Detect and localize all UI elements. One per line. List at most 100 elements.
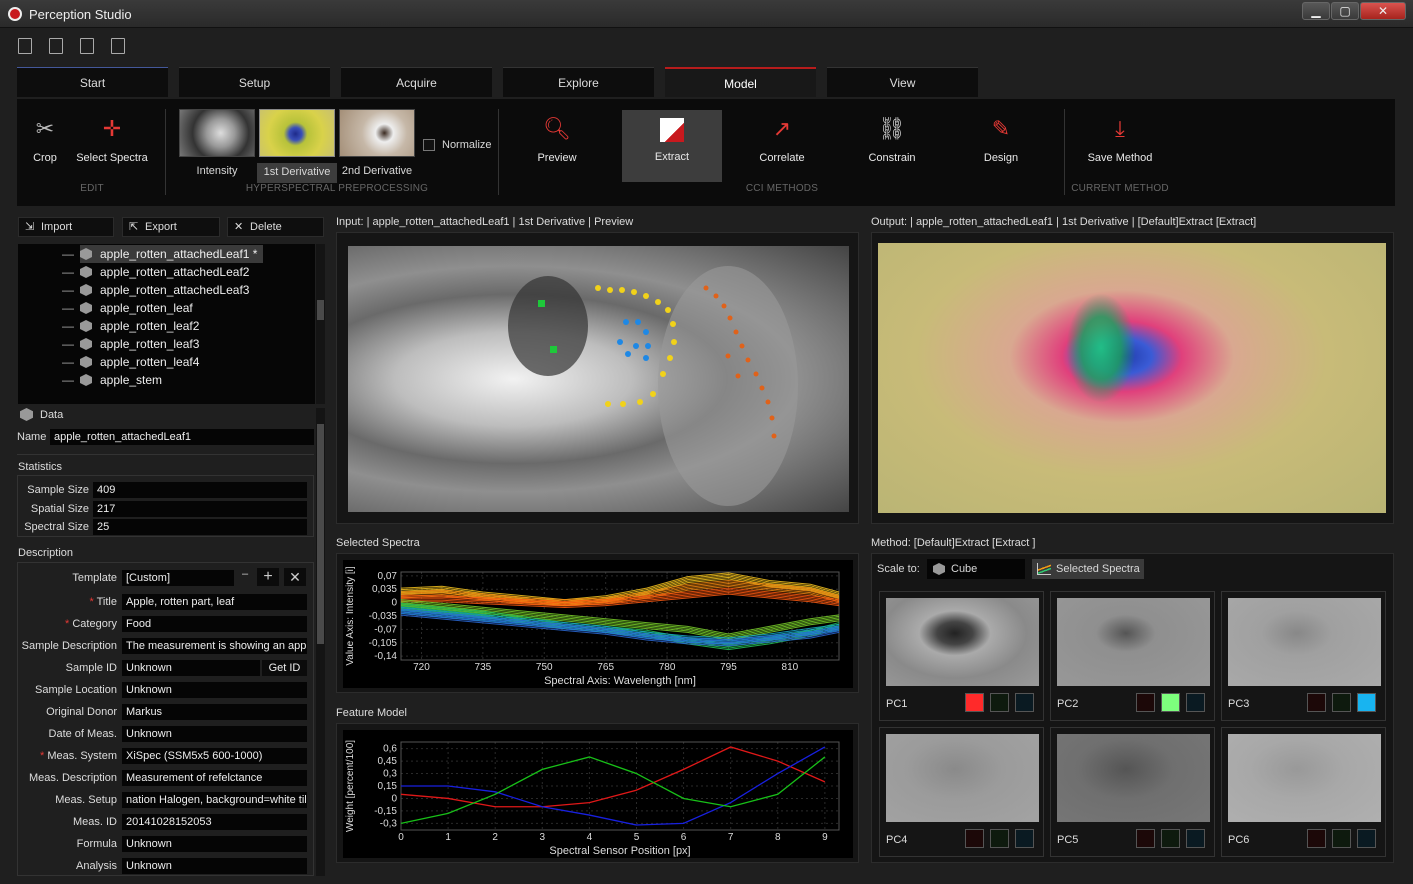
- pc3-green-swatch[interactable]: [1332, 693, 1351, 712]
- scale-cube-button[interactable]: Cube: [927, 559, 1025, 579]
- import-button[interactable]: ⇲ Import: [18, 217, 114, 237]
- name-field[interactable]: apple_rotten_attachedLeaf1: [50, 429, 314, 445]
- field-value[interactable]: The measurement is showing an apple: [122, 638, 307, 654]
- output-image[interactable]: [878, 243, 1386, 513]
- tree-item[interactable]: — apple_rotten_leaf: [62, 299, 193, 317]
- field-value[interactable]: Measurement of refelctance: [122, 770, 307, 786]
- pc3-red-swatch[interactable]: [1307, 693, 1326, 712]
- field-value[interactable]: Unknown: [122, 682, 307, 698]
- x-axis-label: Spectral Sensor Position [px]: [549, 845, 690, 857]
- correlate-button[interactable]: ↗ Correlate: [737, 107, 827, 181]
- field-value[interactable]: 20141028152053: [122, 814, 307, 830]
- first-derivative-thumbnail[interactable]: [259, 109, 335, 157]
- field-value[interactable]: Unknown: [122, 660, 260, 676]
- pc2-label: PC2: [1057, 698, 1079, 710]
- field-value[interactable]: Unknown: [122, 836, 307, 852]
- tree-item[interactable]: — apple_rotten_leaf3: [62, 335, 199, 353]
- field-value[interactable]: Apple, rotten part, leaf: [122, 594, 307, 610]
- pc5-green-swatch[interactable]: [1161, 829, 1180, 848]
- tab-view[interactable]: View: [827, 67, 978, 97]
- scrollbar-thumb[interactable]: [317, 300, 324, 320]
- tree-item[interactable]: — apple_rotten_leaf4: [62, 353, 199, 371]
- pc-tile[interactable]: PC5: [1050, 727, 1215, 857]
- open-file-icon[interactable]: [49, 38, 64, 54]
- green-highlight-region: [1066, 293, 1136, 403]
- add-template-button[interactable]: +: [257, 568, 279, 586]
- minimize-button[interactable]: ▁: [1302, 2, 1330, 20]
- intensity-thumbnail[interactable]: [179, 109, 255, 157]
- feature-model-chart[interactable]: 0,60,450,30,150-0,15-0,30 2 4 6 81 3 5 7 9Spectr…: [343, 730, 853, 858]
- y-tick-label: 0,15: [378, 781, 398, 792]
- tab-acquire[interactable]: Acquire: [341, 67, 492, 97]
- field-value[interactable]: Food: [122, 616, 307, 632]
- selected-spectra-chart[interactable]: 0,07 0,035 0 -0,035 -0,07 -0,105 -0,14 720 735 75…: [343, 560, 853, 688]
- field-value[interactable]: Markus: [122, 704, 307, 720]
- field-value[interactable]: Unknown: [122, 858, 307, 874]
- pc5-blue-swatch[interactable]: [1186, 829, 1205, 848]
- scrollbar-thumb[interactable]: [317, 424, 324, 644]
- preview-button[interactable]: 🔍︎ Preview: [512, 107, 602, 181]
- details-scrollbar[interactable]: [316, 408, 325, 876]
- clear-template-button[interactable]: ✕: [284, 568, 306, 586]
- pc6-green-swatch[interactable]: [1332, 829, 1351, 848]
- extract-button[interactable]: Extract: [622, 110, 722, 182]
- crosshair-icon: ✛: [102, 116, 122, 141]
- feature-model-title: Feature Model: [336, 707, 407, 719]
- pc5-red-swatch[interactable]: [1136, 829, 1155, 848]
- scale-selected-spectra-button[interactable]: Selected Spectra: [1032, 559, 1144, 579]
- second-derivative-thumbnail[interactable]: [339, 109, 415, 157]
- tab-start[interactable]: Start: [17, 67, 168, 97]
- delete-button[interactable]: ✕ Delete: [227, 217, 324, 237]
- first-derivative-label[interactable]: 1st Derivative: [257, 163, 337, 183]
- pc6-blue-swatch[interactable]: [1357, 829, 1376, 848]
- export-button[interactable]: ⇱ Export: [122, 217, 220, 237]
- new-file-icon[interactable]: [18, 38, 32, 54]
- close-button[interactable]: ✕: [1360, 2, 1406, 20]
- pc-tile[interactable]: PC4: [879, 727, 1044, 857]
- save-method-button[interactable]: ⤓ Save Method: [1075, 107, 1165, 181]
- field-value[interactable]: nation Halogen, background=white tile: [122, 792, 307, 808]
- pc2-red-swatch[interactable]: [1136, 693, 1155, 712]
- pc1-red-swatch[interactable]: [965, 693, 984, 712]
- field-value[interactable]: Unknown: [122, 726, 307, 742]
- pc6-red-swatch[interactable]: [1307, 829, 1326, 848]
- x-tick-label: 2: [492, 832, 498, 843]
- pc-tile[interactable]: PC3: [1221, 591, 1386, 721]
- tree-item[interactable]: — apple_rotten_leaf2: [62, 317, 199, 335]
- pc-tile[interactable]: PC2: [1050, 591, 1215, 721]
- tree-item[interactable]: — apple_rotten_attachedLeaf2: [62, 263, 249, 281]
- pc1-blue-swatch[interactable]: [1015, 693, 1034, 712]
- dataset-tree[interactable]: — apple_rotten_attachedLeaf1 * — apple_rot…: [18, 244, 315, 404]
- field-value[interactable]: XiSpec (SSM5x5 600-1000): [122, 748, 307, 764]
- pc3-blue-swatch[interactable]: [1357, 693, 1376, 712]
- remove-template-button[interactable]: –: [237, 568, 253, 586]
- get-id-button[interactable]: Get ID: [262, 660, 307, 676]
- design-button[interactable]: ✎ Design: [956, 107, 1046, 181]
- tab-explore[interactable]: Explore: [503, 67, 654, 97]
- tab-setup[interactable]: Setup: [179, 67, 330, 97]
- save-icon[interactable]: [80, 38, 95, 54]
- description-section-title: Description: [18, 547, 74, 559]
- pc4-blue-swatch[interactable]: [1015, 829, 1034, 848]
- normalize-checkbox[interactable]: [423, 139, 435, 151]
- pc4-red-swatch[interactable]: [965, 829, 984, 848]
- maximize-button[interactable]: ▢: [1331, 2, 1359, 20]
- constrain-icon: ⛓: [878, 116, 906, 141]
- tree-item[interactable]: — apple_rotten_attachedLeaf1 *: [62, 245, 264, 263]
- constrain-button[interactable]: ⛓ Constrain: [847, 107, 937, 181]
- template-select[interactable]: [Custom]: [122, 570, 234, 586]
- pc4-green-swatch[interactable]: [990, 829, 1009, 848]
- input-image[interactable]: [348, 246, 849, 512]
- pc-tile[interactable]: PC6: [1221, 727, 1386, 857]
- pc1-green-swatch[interactable]: [990, 693, 1009, 712]
- select-spectra-button[interactable]: ✛ Select Spectra: [67, 107, 157, 181]
- save-all-icon[interactable]: [111, 38, 126, 54]
- tree-item[interactable]: — apple_stem: [62, 371, 162, 389]
- divider: [17, 454, 314, 455]
- pc2-green-swatch[interactable]: [1161, 693, 1180, 712]
- tree-item[interactable]: — apple_rotten_attachedLeaf3: [62, 281, 249, 299]
- tree-scrollbar[interactable]: [316, 244, 325, 404]
- pc-tile[interactable]: PC1: [879, 591, 1044, 721]
- pc2-blue-swatch[interactable]: [1186, 693, 1205, 712]
- tab-model[interactable]: Model: [665, 67, 816, 97]
